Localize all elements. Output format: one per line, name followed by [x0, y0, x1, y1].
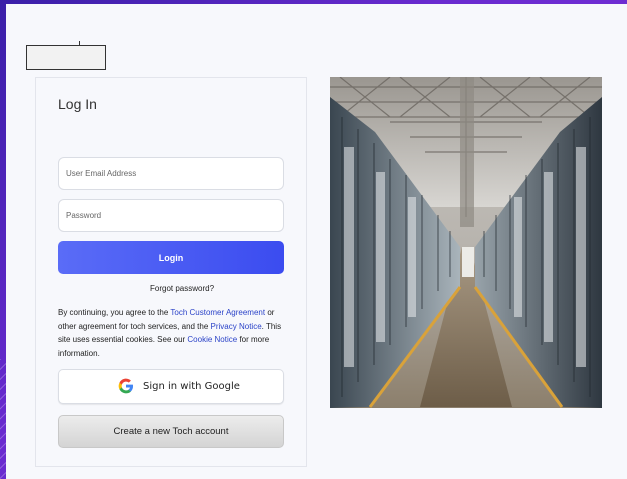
privacy-notice-link[interactable]: Privacy Notice	[211, 322, 262, 331]
email-input[interactable]	[58, 157, 284, 190]
google-g-icon	[118, 378, 134, 394]
logo-tick	[79, 41, 80, 45]
google-signin-button[interactable]: Sign in with Google	[58, 369, 284, 404]
logo-placeholder	[26, 45, 106, 70]
data-center-photo	[330, 77, 602, 408]
create-account-button[interactable]: Create a new Toch account	[58, 415, 284, 448]
server-aisle-image	[330, 77, 602, 408]
google-signin-label: Sign in with Google	[143, 381, 240, 392]
forgot-password-link[interactable]: Forgot password?	[150, 284, 214, 293]
login-title: Log In	[58, 96, 97, 112]
password-input[interactable]	[58, 199, 284, 232]
terms-text: By continuing, you agree to the Toch Cus…	[58, 306, 288, 360]
customer-agreement-link[interactable]: Toch Customer Agreement	[170, 308, 265, 317]
terms-text-1: By continuing, you agree to the	[58, 308, 171, 317]
cookie-notice-link[interactable]: Cookie Notice	[187, 335, 237, 344]
login-button[interactable]: Login	[58, 241, 284, 274]
